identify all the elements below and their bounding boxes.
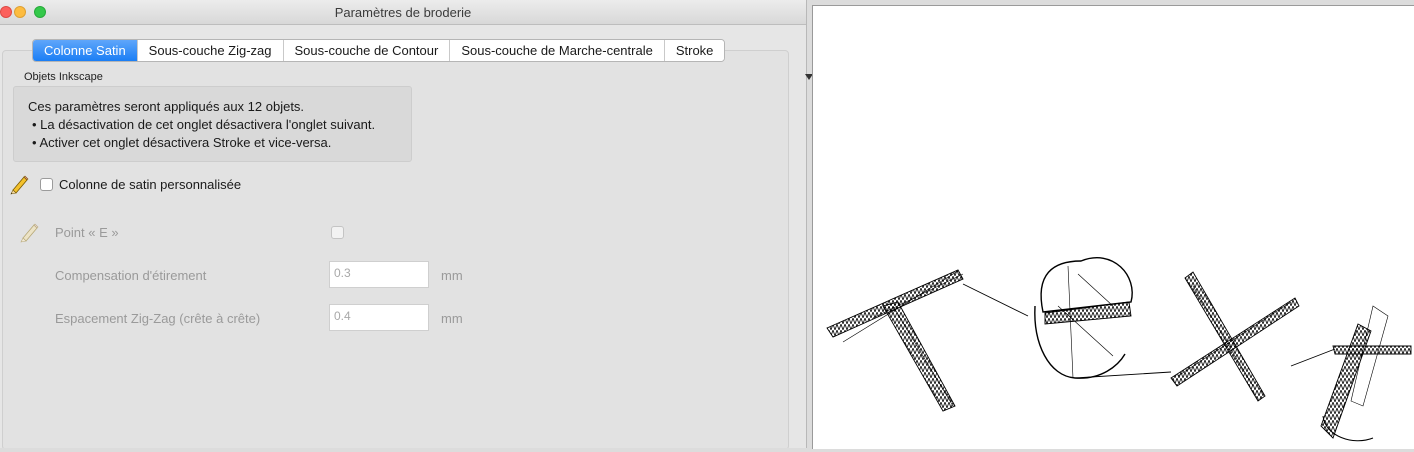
tab-bar: Colonne Satin Sous-couche Zig-zag Sous-c… (32, 39, 726, 62)
info-line: Ces paramètres seront appliqués aux 12 o… (28, 99, 305, 114)
info-box: Ces paramètres seront appliqués aux 12 o… (13, 86, 412, 162)
e-stitch-label: Point « E » (55, 225, 119, 240)
e-stitch-checkbox[interactable] (331, 226, 344, 239)
unit-label: mm (441, 268, 463, 283)
pencil-icon[interactable] (8, 173, 30, 195)
info-line: • Activer cet onglet désactivera Stroke … (32, 135, 332, 150)
tab-satin-column[interactable]: Colonne Satin (33, 40, 138, 61)
unit-label: mm (441, 311, 463, 326)
zigzag-spacing-label: Espacement Zig-Zag (crête à crête) (55, 311, 261, 326)
tab-contour-underlay[interactable]: Sous-couche de Contour (283, 40, 451, 61)
title-bar: Paramètres de broderie (0, 0, 806, 25)
stitch-preview (826, 257, 1412, 442)
window-title: Paramètres de broderie (334, 5, 472, 20)
pull-compensation-field[interactable]: 0.3 (329, 261, 429, 288)
zigzag-spacing-field[interactable]: 0.4 (329, 304, 429, 331)
pull-compensation-label: Compensation d'étirement (55, 268, 207, 283)
embroidery-params-dialog: Paramètres de broderie Colonne Satin Sou… (0, 0, 806, 448)
custom-satin-checkbox[interactable] (40, 178, 53, 191)
info-line: • La désactivation de cet onglet désacti… (32, 117, 376, 132)
tab-stroke[interactable]: Stroke (664, 40, 725, 61)
tab-zigzag-underlay[interactable]: Sous-couche Zig-zag (137, 40, 284, 61)
tab-center-walk-underlay[interactable]: Sous-couche de Marche-centrale (450, 40, 665, 61)
stitch-preview-canvas[interactable] (812, 5, 1414, 449)
custom-satin-label: Colonne de satin personnalisée (59, 177, 242, 192)
pencil-icon-disabled (20, 223, 39, 243)
group-label: Objets Inkscape (24, 71, 103, 83)
